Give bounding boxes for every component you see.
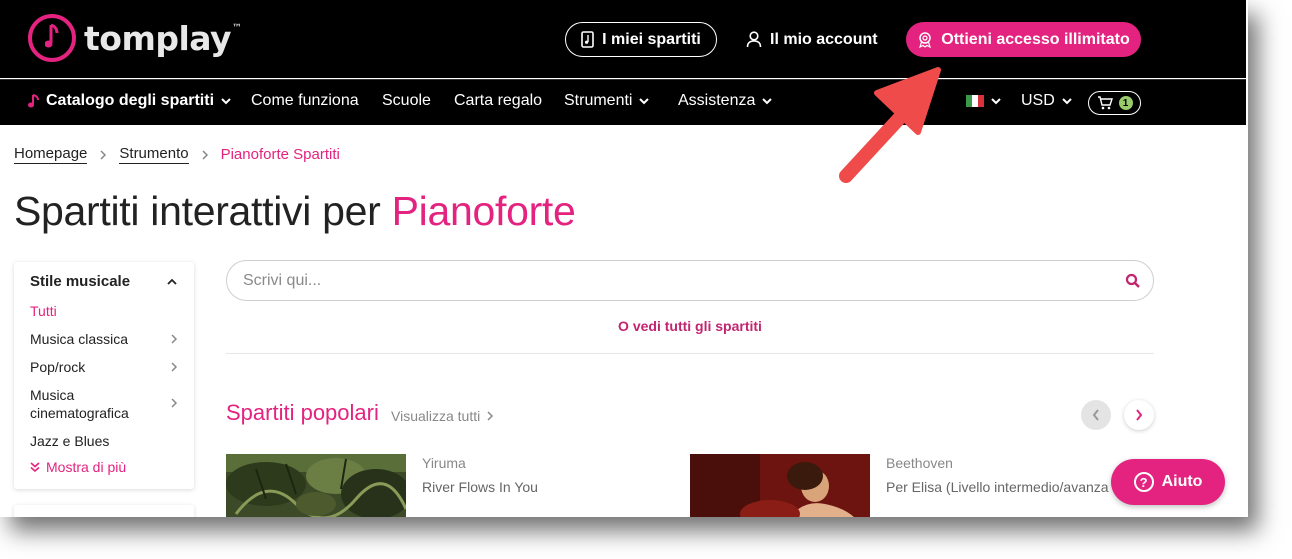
page-title: Spartiti interattivi per Pianoforte — [14, 188, 576, 235]
chevron-down-icon — [991, 98, 1001, 105]
chevron-right-icon — [100, 149, 107, 160]
badge-icon — [919, 32, 932, 48]
chevron-down-icon — [762, 98, 773, 105]
my-account-button[interactable]: Il mio account — [746, 22, 878, 57]
nav-schools[interactable]: Scuole — [382, 92, 431, 110]
page-title-accent: Pianoforte — [391, 188, 576, 234]
nav-schools-label: Scuole — [382, 92, 431, 109]
chevron-up-icon[interactable] — [166, 276, 178, 288]
filter-item-jazz-blues[interactable]: Jazz e Blues — [30, 432, 180, 450]
popular-section-title: Spartiti popolari — [226, 400, 379, 425]
main-nav: Catalogo degli spartiti Come funziona Sc… — [0, 79, 1246, 125]
show-more-label: Mostra di più — [46, 459, 127, 475]
score-thumbnail[interactable] — [690, 454, 870, 517]
style-filter-panel: Stile musicale Tutti Musica classica Pop… — [14, 262, 194, 489]
chevron-down-icon — [639, 98, 650, 105]
help-label: Aiuto — [1161, 473, 1203, 490]
search-bar — [226, 260, 1154, 301]
logo-note-icon — [28, 14, 76, 62]
view-all-label: Visualizza tutti — [391, 408, 481, 424]
show-more-button[interactable]: Mostra di più — [30, 459, 126, 475]
chevron-down-icon — [221, 98, 231, 105]
nav-how-label: Come funziona — [251, 92, 359, 109]
browser-window: tomplay™ I miei spartiti Il mio account — [0, 0, 1248, 517]
breadcrumb-instrument[interactable]: Strumento — [119, 145, 189, 164]
tomplay-logo[interactable]: tomplay™ — [28, 14, 242, 62]
nav-instruments[interactable]: Strumenti — [564, 92, 650, 110]
currency-selector[interactable]: USD — [1021, 92, 1073, 110]
view-all-link[interactable]: Visualizza tutti — [391, 408, 494, 424]
nav-catalog-label: Catalogo degli spartiti — [46, 92, 215, 109]
search-input[interactable] — [243, 261, 1103, 300]
search-icon[interactable] — [1125, 273, 1141, 289]
help-button[interactable]: ? Aiuto — [1111, 459, 1225, 505]
double-chevron-down-icon — [30, 462, 40, 472]
card-title[interactable]: River Flows In You — [422, 479, 538, 495]
divider — [226, 353, 1154, 354]
currency-label: USD — [1021, 92, 1055, 109]
unlimited-access-label: Ottieni accesso illimitato — [941, 30, 1130, 48]
card-title[interactable]: Per Elisa (Livello intermedio/avanza — [886, 479, 1109, 495]
music-note-icon — [28, 94, 39, 108]
nav-support[interactable]: Assistenza — [678, 92, 773, 110]
portrait-thumbnail — [690, 454, 870, 517]
my-account-label: Il mio account — [770, 30, 878, 48]
cart-count-badge: 1 — [1118, 96, 1133, 110]
my-scores-button[interactable]: I miei spartiti — [565, 22, 717, 57]
filter-panel-secondary — [14, 505, 194, 517]
cart-button[interactable]: 1 — [1088, 91, 1141, 115]
card-composer: Yiruma — [422, 455, 466, 471]
italy-flag-icon — [966, 95, 984, 107]
chevron-left-icon — [1092, 409, 1099, 421]
nav-catalog[interactable]: Catalogo degli spartiti — [28, 92, 232, 110]
painting-thumbnail — [226, 454, 406, 517]
style-filter-heading: Stile musicale — [30, 273, 131, 290]
user-icon — [746, 31, 762, 48]
page-title-main: Spartiti interattivi per — [14, 188, 392, 234]
cart-icon — [1097, 96, 1113, 110]
question-icon: ? — [1133, 472, 1154, 492]
see-all-scores-link[interactable]: O vedi tutti gli spartiti — [0, 318, 1248, 334]
carousel-next-button[interactable] — [1124, 400, 1154, 430]
chevron-right-icon — [171, 334, 178, 344]
chevron-right-icon — [1136, 409, 1143, 421]
nav-gift-label: Carta regalo — [454, 92, 543, 109]
chevron-down-icon — [1062, 98, 1072, 105]
breadcrumb: Homepage Strumento Pianoforte Spartiti — [14, 145, 340, 164]
chevron-right-icon — [202, 149, 208, 160]
chevron-right-icon — [487, 411, 494, 421]
nav-how-it-works[interactable]: Come funziona — [251, 92, 359, 110]
logo-text: tomplay™ — [84, 18, 242, 58]
score-thumbnail[interactable] — [226, 454, 406, 517]
sheet-music-icon — [581, 31, 594, 48]
language-selector[interactable] — [966, 95, 1002, 107]
filter-item-film[interactable]: Musica cinematografica — [30, 386, 150, 422]
my-scores-label: I miei spartiti — [602, 30, 701, 48]
carousel-prev-button[interactable] — [1081, 400, 1111, 430]
unlimited-access-button[interactable]: Ottieni accesso illimitato — [906, 22, 1141, 57]
chevron-right-icon — [171, 398, 178, 408]
card-composer: Beethoven — [886, 455, 953, 471]
filter-item-pop-rock[interactable]: Pop/rock — [30, 358, 180, 376]
top-bar: tomplay™ I miei spartiti Il mio account — [0, 0, 1246, 78]
nav-instruments-label: Strumenti — [564, 92, 633, 109]
nav-gift-card[interactable]: Carta regalo — [454, 92, 542, 110]
nav-support-label: Assistenza — [678, 92, 756, 109]
chevron-right-icon — [171, 362, 178, 372]
breadcrumb-home[interactable]: Homepage — [14, 145, 88, 164]
breadcrumb-current: Pianoforte Spartiti — [220, 146, 340, 163]
